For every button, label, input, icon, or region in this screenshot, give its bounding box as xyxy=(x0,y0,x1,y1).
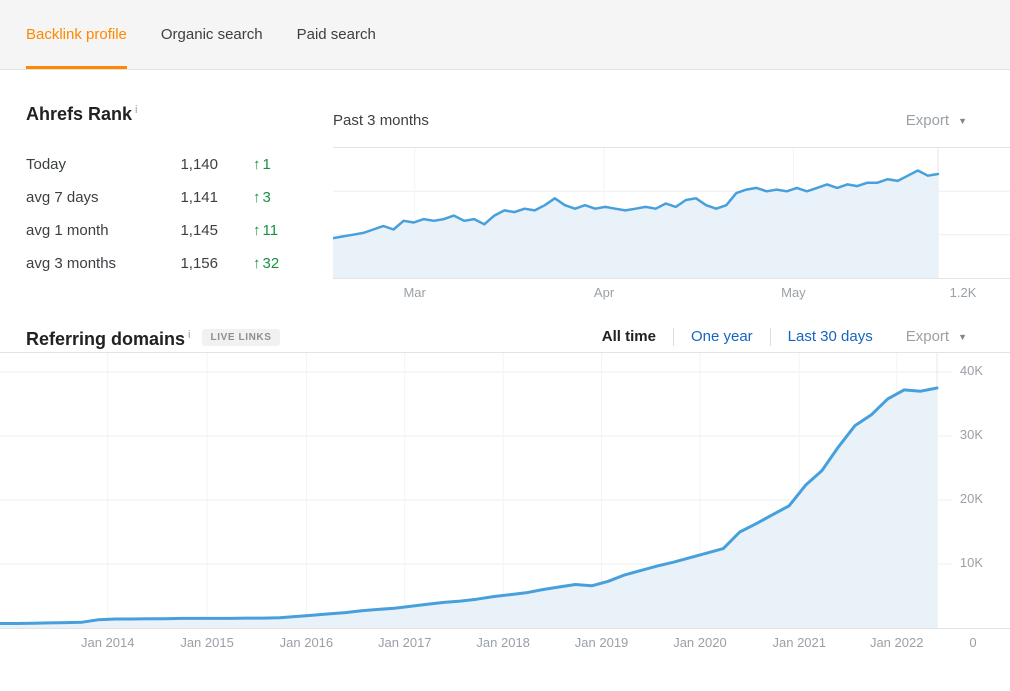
x-axis-label: Apr xyxy=(594,285,614,300)
up-arrow-icon: ↑ xyxy=(253,222,261,239)
rank-chart-period-label: Past 3 months xyxy=(333,112,429,129)
table-row: avg 3 months 1,156 ↑32 xyxy=(26,247,333,280)
up-arrow-icon: ↑ xyxy=(253,189,261,206)
rank-row-delta: ↑1 xyxy=(253,156,271,173)
chevron-down-icon: ▼ xyxy=(958,332,967,342)
filter-one-year[interactable]: One year xyxy=(691,328,753,345)
x-axis-label: Mar xyxy=(403,285,425,300)
report-tabbar: Backlink profile Organic search Paid sea… xyxy=(0,0,1010,70)
ahrefs-rank-chart-panel: Past 3 months Export ▼ Mar Apr May 1.2K xyxy=(333,98,1010,305)
x-axis-label: Jan 2022 xyxy=(870,635,924,650)
referring-domains-title: Referring domainsi xyxy=(26,323,190,351)
rank-row-delta: ↑32 xyxy=(253,255,279,272)
referring-domains-chart[interactable]: 40K 30K 20K 10K xyxy=(0,352,1010,629)
x-axis-label: Jan 2020 xyxy=(673,635,727,650)
filter-last-30-days[interactable]: Last 30 days xyxy=(788,328,873,345)
ahrefs-rank-chart[interactable] xyxy=(333,147,1010,279)
ahrefs-rank-section: Ahrefs Ranki Today 1,140 ↑1 avg 7 days 1… xyxy=(0,70,1010,305)
ahrefs-rank-title-text: Ahrefs Rank xyxy=(26,104,132,124)
x-axis-label: Jan 2015 xyxy=(180,635,234,650)
x-axis-label: Jan 2016 xyxy=(280,635,334,650)
rank-delta-value: 11 xyxy=(263,222,279,239)
y-axis-label: 10K xyxy=(939,555,983,570)
filter-all-time[interactable]: All time xyxy=(602,328,656,345)
rank-row-label: avg 7 days xyxy=(26,189,154,206)
tab-organic-search[interactable]: Organic search xyxy=(161,0,263,69)
rank-row-delta: ↑11 xyxy=(253,222,278,239)
x-axis-label: Jan 2019 xyxy=(575,635,629,650)
up-arrow-icon: ↑ xyxy=(253,255,261,272)
rank-row-label: Today xyxy=(26,156,154,173)
x-axis-label: Jan 2017 xyxy=(378,635,432,650)
live-links-badge: LIVE LINKS xyxy=(202,329,279,346)
up-arrow-icon: ↑ xyxy=(253,156,261,173)
tab-backlink-profile[interactable]: Backlink profile xyxy=(26,0,127,69)
rank-row-value: 1,140 xyxy=(154,156,218,173)
table-row: Today 1,140 ↑1 xyxy=(26,148,333,181)
chevron-down-icon: ▼ xyxy=(958,116,967,126)
table-row: avg 1 month 1,145 ↑11 xyxy=(26,214,333,247)
info-icon[interactable]: i xyxy=(135,104,137,116)
rank-chart-canvas xyxy=(333,148,1010,278)
rank-row-value: 1,141 xyxy=(154,189,218,206)
rank-row-value: 1,145 xyxy=(154,222,218,239)
rank-chart-x-axis: Mar Apr May 1.2K xyxy=(333,279,1010,305)
referring-domains-header: Referring domainsi LIVE LINKS All time O… xyxy=(0,305,1010,352)
export-label: Export xyxy=(906,112,949,129)
divider xyxy=(673,328,674,346)
x-axis-label: Jan 2018 xyxy=(476,635,530,650)
x-axis-label: May xyxy=(781,285,806,300)
y-axis-label: 20K xyxy=(939,491,983,506)
export-label: Export xyxy=(906,328,949,345)
domains-chart-canvas xyxy=(0,353,1010,628)
export-button[interactable]: Export ▼ xyxy=(906,112,967,129)
y-axis-label: 0 xyxy=(969,635,976,650)
y-axis-label: 40K xyxy=(939,363,983,378)
y-axis-label: 30K xyxy=(939,427,983,442)
rank-row-value: 1,156 xyxy=(154,255,218,272)
export-button[interactable]: Export ▼ xyxy=(906,328,967,345)
divider xyxy=(770,328,771,346)
tab-paid-search[interactable]: Paid search xyxy=(297,0,376,69)
rank-delta-value: 32 xyxy=(263,255,280,272)
referring-domains-controls: All time One year Last 30 days Export ▼ xyxy=(602,328,967,346)
ahrefs-rank-table: Today 1,140 ↑1 avg 7 days 1,141 ↑3 avg 1… xyxy=(26,148,333,280)
referring-domains-title-text: Referring domains xyxy=(26,329,185,349)
rank-row-delta: ↑3 xyxy=(253,189,271,206)
referring-domains-title-group: Referring domainsi LIVE LINKS xyxy=(26,323,280,351)
rank-row-label: avg 1 month xyxy=(26,222,154,239)
info-icon[interactable]: i xyxy=(188,329,190,341)
rank-row-label: avg 3 months xyxy=(26,255,154,272)
rank-delta-value: 3 xyxy=(263,189,271,206)
domains-chart-x-axis: Jan 2014 Jan 2015 Jan 2016 Jan 2017 Jan 2018… xyxy=(0,629,1010,655)
rank-chart-header: Past 3 months Export ▼ xyxy=(333,98,1010,147)
x-axis-label: Jan 2014 xyxy=(81,635,135,650)
rank-delta-value: 1 xyxy=(263,156,271,173)
x-axis-label: Jan 2021 xyxy=(773,635,827,650)
y-axis-label: 1.2K xyxy=(950,285,977,300)
table-row: avg 7 days 1,141 ↑3 xyxy=(26,181,333,214)
ahrefs-rank-stats: Ahrefs Ranki Today 1,140 ↑1 avg 7 days 1… xyxy=(26,98,333,305)
ahrefs-rank-title: Ahrefs Ranki xyxy=(26,98,333,126)
